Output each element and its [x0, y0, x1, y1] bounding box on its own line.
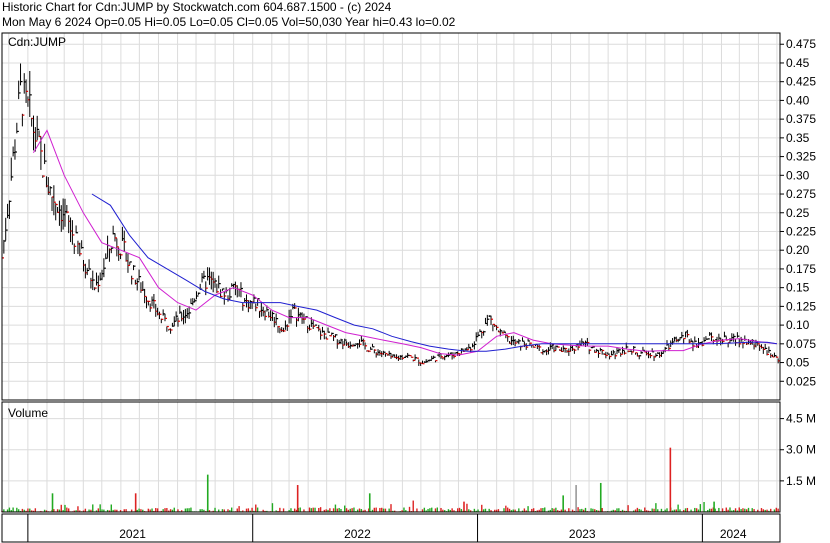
price-tick-label: 0.425	[786, 75, 816, 89]
price-bars	[1, 63, 781, 366]
price-tick-label: 0.10	[786, 318, 810, 332]
price-tick-label: 0.325	[786, 150, 816, 164]
moving-average-2	[91, 193, 777, 352]
price-tick-label: 0.075	[786, 337, 816, 351]
price-tick-label: 0.25	[786, 206, 810, 220]
price-tick-label: 0.35	[786, 131, 810, 145]
volume-panel-label: Volume	[8, 406, 48, 420]
volume-bars	[1, 447, 779, 512]
axes: 0.475 0.45 0.425 0.40 0.375 0.35 0.325 0.30 0.27…	[27, 37, 816, 542]
year-label: 2022	[344, 527, 371, 541]
price-tick-label: 0.125	[786, 299, 816, 313]
price-panel-frame	[1, 32, 781, 401]
price-tick-label: 0.225	[786, 224, 816, 238]
price-tick-label: 0.40	[786, 93, 810, 107]
price-tick-label: 0.175	[786, 262, 816, 276]
moving-averages	[32, 129, 777, 356]
price-tick-label: 0.475	[786, 37, 816, 51]
price-tick-label: 0.45	[786, 56, 810, 70]
price-tick-label: 0.20	[786, 243, 810, 257]
moving-average-1	[32, 129, 777, 356]
volume-tick-label: 4.5 M	[786, 412, 816, 426]
gridlines	[2, 33, 780, 512]
price-tick-label: 0.15	[786, 281, 810, 295]
price-volume-chart: 0.475 0.45 0.425 0.40 0.375 0.35 0.325 0.30 0.27…	[1, 32, 816, 543]
year-label: 2021	[119, 527, 146, 541]
price-tick-label: 0.025	[786, 374, 816, 388]
year-label: 2023	[569, 527, 596, 541]
symbol-label: Cdn:JUMP	[8, 35, 66, 49]
volume-tick-label: 3.0 M	[786, 443, 816, 457]
volume-tick-label: 1.5 M	[786, 474, 816, 488]
price-tick-label: 0.275	[786, 187, 816, 201]
price-tick-label: 0.30	[786, 168, 810, 182]
price-tick-label: 0.05	[786, 356, 810, 370]
year-label: 2024	[720, 527, 747, 541]
price-tick-label: 0.375	[786, 112, 816, 126]
